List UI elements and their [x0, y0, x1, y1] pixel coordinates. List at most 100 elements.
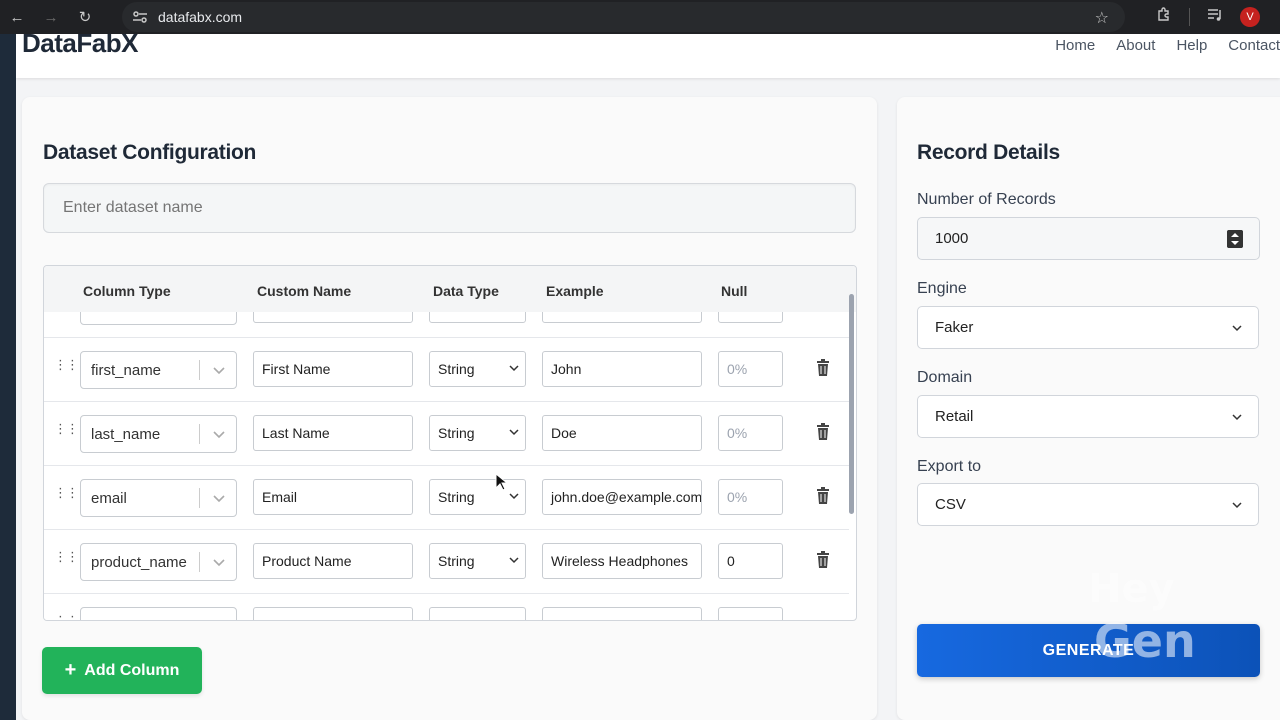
mouse-cursor-icon [495, 473, 507, 491]
dataset-configuration-card: Dataset Configuration Column Type Custom… [22, 97, 877, 720]
drag-handle-icon[interactable]: ⋮⋮ [54, 486, 79, 499]
add-column-label: Add Column [84, 661, 180, 679]
chevron-down-icon [213, 431, 225, 439]
export-label: Export to [917, 458, 982, 475]
profile-avatar[interactable]: V [1240, 7, 1260, 27]
column-type-value: last_name [91, 426, 161, 443]
engine-select[interactable]: Faker [917, 306, 1259, 349]
export-value: CSV [935, 496, 966, 513]
chevron-down-icon [509, 557, 519, 564]
null-input[interactable]: 0 [718, 543, 783, 579]
custom-name-input[interactable]: First Name [253, 351, 413, 387]
column-type-value: first_name [91, 362, 162, 379]
columns-table: Column Type Custom Name Data Type Exampl… [43, 265, 857, 621]
column-type-select[interactable] [80, 607, 237, 620]
nav-links: Home About Help Contact [1055, 37, 1280, 54]
nav-about[interactable]: About [1116, 37, 1155, 54]
header-data-type: Data Type [433, 283, 499, 299]
chevron-down-icon [1232, 502, 1242, 509]
null-input[interactable]: 0% [718, 415, 783, 451]
chevron-down-icon [509, 429, 519, 436]
column-type-select[interactable]: product_name [80, 543, 237, 581]
custom-name-input[interactable]: Last Name [253, 415, 413, 451]
chevron-down-icon [1232, 414, 1242, 421]
domain-select[interactable]: Retail [917, 395, 1259, 438]
trash-icon[interactable] [813, 486, 833, 506]
header-null: Null [721, 283, 748, 299]
select-divider [199, 360, 200, 380]
drag-handle-icon[interactable]: ⋮⋮ [54, 614, 79, 620]
drag-handle-icon[interactable]: ⋮⋮ [54, 422, 79, 435]
data-type-select[interactable]: String [429, 415, 526, 451]
column-type-value: email [91, 490, 127, 507]
column-type-value: product_name [91, 554, 187, 571]
trash-icon[interactable] [813, 422, 833, 442]
example-input[interactable]: John [542, 351, 702, 387]
table-row-partial-bottom: ⋮⋮ [44, 594, 849, 620]
nav-help[interactable]: Help [1176, 37, 1207, 54]
select-divider [199, 488, 200, 508]
null-input[interactable] [718, 607, 783, 620]
media-control-icon[interactable] [1204, 8, 1226, 26]
nav-home[interactable]: Home [1055, 37, 1095, 54]
web-page: DataFabX Home About Help Contact Dataset… [16, 34, 1280, 720]
chevron-down-icon [509, 493, 519, 500]
null-input[interactable]: 0% [718, 351, 783, 387]
chevron-down-icon [213, 367, 225, 375]
nav-contact[interactable]: Contact [1228, 37, 1280, 54]
chevron-down-icon [213, 559, 225, 567]
table-row: ⋮⋮ email Email String john.doe@example.c… [44, 466, 849, 530]
brand-logo[interactable]: DataFabX [22, 34, 138, 59]
site-settings-icon[interactable] [122, 10, 158, 24]
forward-arrow-icon[interactable]: → [34, 0, 68, 34]
header-column-type: Column Type [83, 283, 171, 299]
add-column-button[interactable]: + Add Column [42, 647, 202, 694]
engine-label: Engine [917, 280, 967, 297]
table-scrollbar[interactable] [849, 294, 854, 514]
header-custom-name: Custom Name [257, 283, 352, 299]
table-row: ⋮⋮ product_name Product Name String Wire… [44, 530, 849, 594]
trash-icon[interactable] [813, 358, 833, 378]
chevron-down-icon [213, 495, 225, 503]
extensions-icon[interactable] [1153, 7, 1175, 27]
browser-toolbar: ← → ↻ datafabx.com ☆ V [0, 0, 1280, 34]
data-type-value: String [438, 361, 475, 377]
column-type-select[interactable]: last_name [80, 415, 237, 453]
data-type-select[interactable]: String [429, 479, 526, 515]
domain-value: Retail [935, 408, 974, 425]
dataset-configuration-title: Dataset Configuration [43, 141, 257, 164]
custom-name-input[interactable]: Email [253, 479, 413, 515]
record-details-card: Record Details Number of Records 1000 En… [897, 97, 1280, 720]
example-input[interactable]: Wireless Headphones [542, 543, 702, 579]
data-type-select[interactable]: String [429, 543, 526, 579]
dataset-name-input[interactable] [43, 183, 856, 233]
drag-handle-icon[interactable]: ⋮⋮ [54, 550, 79, 563]
select-divider [199, 552, 200, 572]
drag-handle-icon[interactable]: ⋮⋮ [54, 358, 79, 371]
custom-name-input[interactable] [253, 607, 413, 620]
data-type-select[interactable] [429, 607, 526, 620]
address-bar[interactable]: datafabx.com ☆ [122, 2, 1125, 32]
header-example: Example [546, 283, 604, 299]
example-input[interactable]: Doe [542, 415, 702, 451]
column-type-select[interactable]: email [80, 479, 237, 517]
table-row: ⋮⋮ first_name First Name String John 0% [44, 338, 849, 402]
data-type-select[interactable]: String [429, 351, 526, 387]
back-arrow-icon[interactable]: ← [0, 0, 34, 34]
trash-icon[interactable] [813, 550, 833, 570]
record-details-title: Record Details [917, 141, 1060, 164]
reload-icon[interactable]: ↻ [68, 0, 102, 34]
null-input[interactable]: 0% [718, 479, 783, 515]
example-input[interactable]: john.doe@example.com [542, 479, 702, 515]
export-select[interactable]: CSV [917, 483, 1259, 526]
bookmark-star-icon[interactable]: ☆ [1095, 8, 1109, 28]
column-type-select[interactable]: first_name [80, 351, 237, 389]
plus-icon: + [64, 659, 77, 681]
example-input[interactable] [542, 607, 702, 620]
generate-button[interactable]: GENERATE [917, 624, 1260, 677]
records-number-input[interactable]: 1000 [917, 217, 1260, 260]
table-row: ⋮⋮ last_name Last Name String Doe 0% [44, 402, 849, 466]
url-text: datafabx.com [158, 9, 243, 25]
number-spinner-icon[interactable] [1227, 230, 1243, 248]
custom-name-input[interactable]: Product Name [253, 543, 413, 579]
